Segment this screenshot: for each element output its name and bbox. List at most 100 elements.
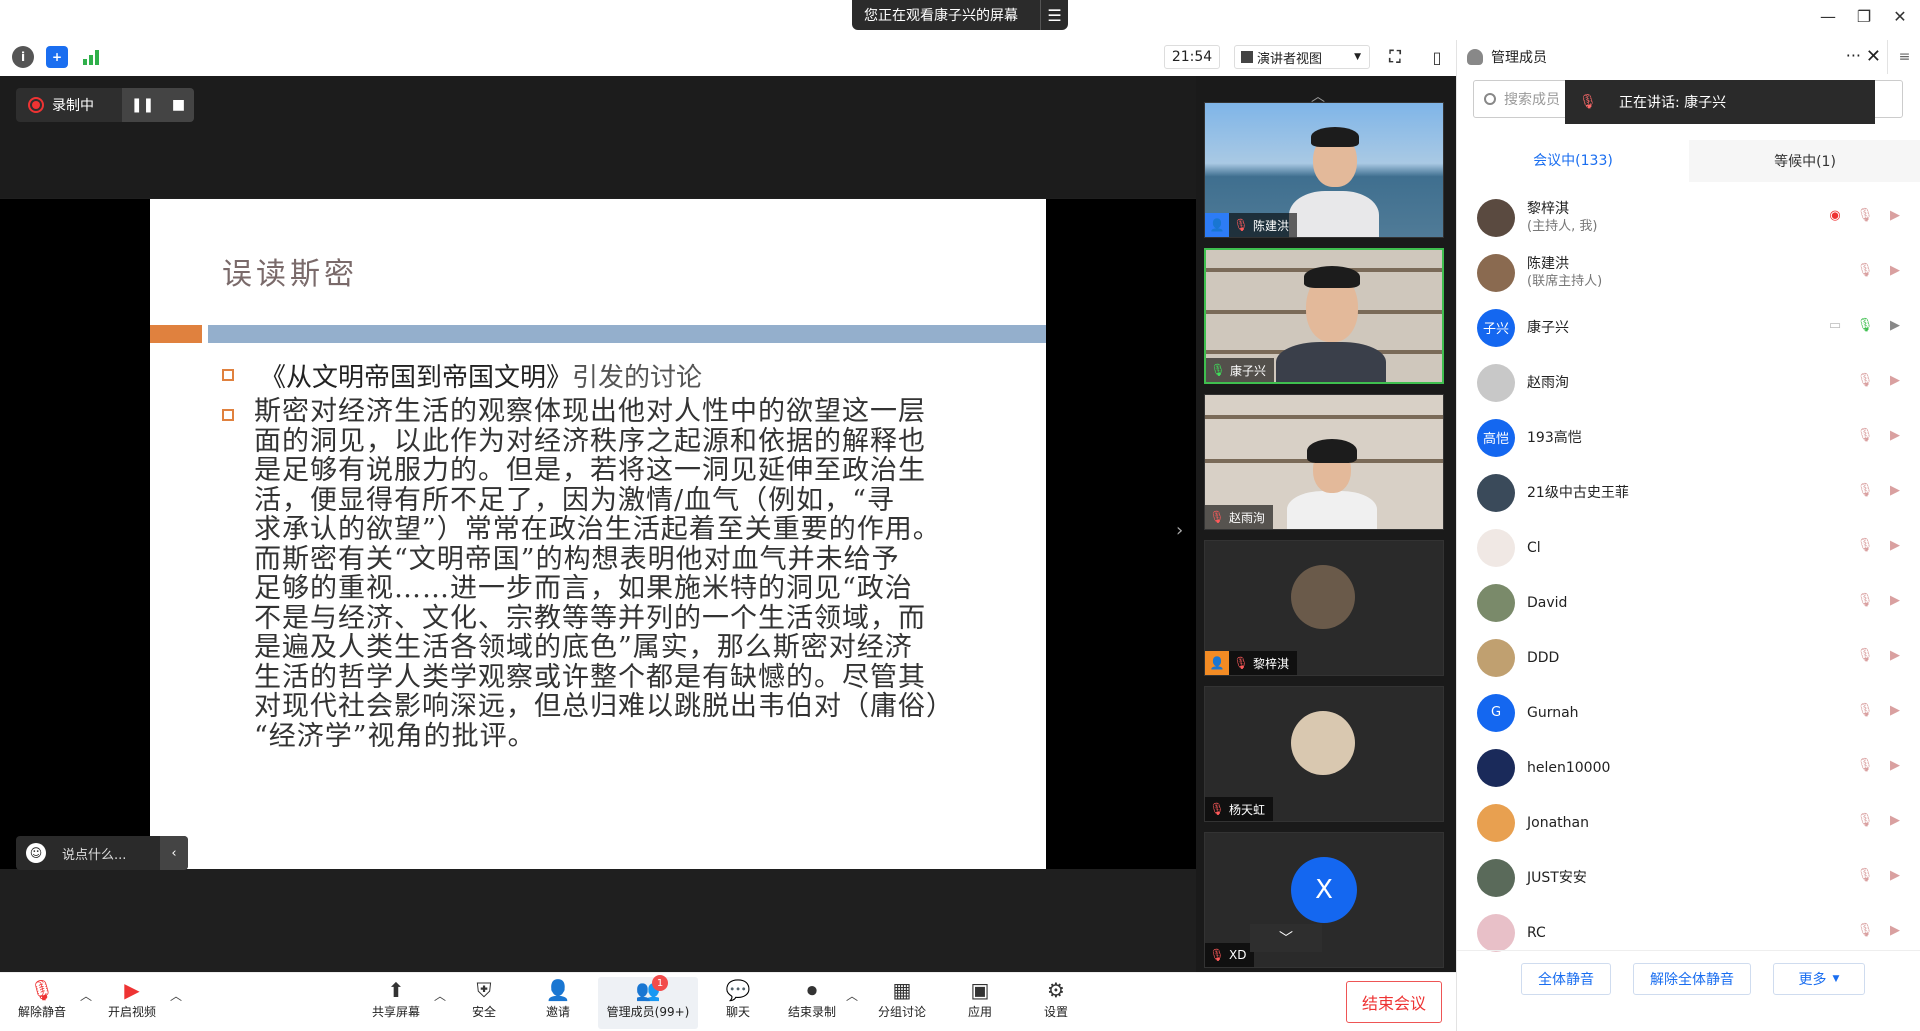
viewing-share-banner[interactable]: 您正在观看康子兴的屏幕 ☰ — [852, 0, 1068, 30]
emoji-icon[interactable]: ☺ — [26, 843, 46, 863]
participant-status-icons: 🎙 ▶ — [1855, 703, 1905, 718]
participant-row[interactable]: JUST安安 🎙 ▶ — [1457, 850, 1905, 905]
chevron-up-icon[interactable]: ︿ — [434, 987, 446, 1004]
participant-row[interactable]: 陈建洪 (联席主持人) 🎙 ▶ — [1457, 245, 1905, 300]
participant-name-block: helen10000 — [1527, 759, 1610, 777]
apps-button[interactable]: ▣ 应用 — [944, 977, 1016, 1029]
video-off-icon[interactable]: ▶ — [1885, 868, 1905, 883]
mic-on-icon[interactable]: 🎙 — [1855, 318, 1875, 333]
participant-name: Gurnah — [1527, 704, 1579, 721]
unmute-button[interactable]: 🎙 解除静音 — [6, 977, 78, 1029]
participant-row[interactable]: 黎梓淇 (主持人, 我) ◉ 🎙 ▶ — [1457, 190, 1905, 245]
signal-icon[interactable] — [80, 46, 102, 68]
end-meeting-button[interactable]: 结束会议 — [1346, 981, 1442, 1023]
mic-muted-icon[interactable]: 🎙 — [1855, 703, 1875, 718]
add-user-icon: 👤 — [545, 978, 571, 1002]
manage-members-button[interactable]: 👥 1 管理成员(99+) — [598, 975, 698, 1029]
participant-avatar — [1477, 253, 1515, 292]
video-off-icon[interactable]: ▶ — [1885, 538, 1905, 553]
chat-button[interactable]: 💬 聊天 — [702, 977, 774, 1029]
mic-muted-icon[interactable]: 🎙 — [1855, 868, 1875, 883]
breakout-button[interactable]: ▦ 分组讨论 — [866, 977, 938, 1029]
participant-row[interactable]: Cl 🎙 ▶ — [1457, 520, 1905, 575]
mute-all-button[interactable]: 全体静音 — [1521, 963, 1611, 995]
recording-indicator: 录制中 ❚❚ ■ — [16, 88, 194, 122]
mic-muted-icon[interactable]: 🎙 — [1855, 263, 1875, 278]
shield-icon[interactable]: + — [46, 46, 68, 68]
fullscreen-icon[interactable]: ⛶ — [1384, 46, 1406, 68]
mic-muted-icon[interactable]: 🎙 — [1855, 208, 1875, 223]
stop-icon[interactable]: ■ — [172, 97, 185, 113]
participant-row[interactable]: 21级中古史王菲 🎙 ▶ — [1457, 465, 1905, 520]
video-off-icon[interactable]: ▶ — [1885, 208, 1905, 223]
mic-muted-icon[interactable]: 🎙 — [1855, 373, 1875, 388]
side-panel-icon[interactable]: ▯ — [1426, 46, 1448, 68]
participant-row[interactable]: DDD 🎙 ▶ — [1457, 630, 1905, 685]
tab-in-meeting[interactable]: 会议中(133) — [1457, 140, 1689, 182]
close-panel-button[interactable]: ✕ — [1866, 46, 1881, 67]
banner-menu-icon[interactable]: ☰ — [1040, 0, 1068, 30]
video-off-icon[interactable]: ▶ — [1885, 373, 1905, 388]
participant-row[interactable]: 赵雨洵 🎙 ▶ — [1457, 355, 1905, 410]
recording-dot-icon[interactable]: ◉ — [1825, 208, 1845, 223]
restore-button[interactable]: ❐ — [1852, 6, 1876, 28]
video-off-icon[interactable]: ▶ — [1885, 758, 1905, 773]
close-window-button[interactable]: ✕ — [1888, 6, 1912, 28]
video-tile[interactable]: 🎙 赵雨洵 — [1204, 394, 1444, 530]
participant-row[interactable]: Jonathan 🎙 ▶ — [1457, 795, 1905, 850]
participant-row[interactable]: David 🎙 ▶ — [1457, 575, 1905, 630]
chevron-up-icon[interactable]: ︿ — [80, 987, 92, 1004]
participant-row[interactable]: 高恺 193高恺 🎙 ▶ — [1457, 410, 1905, 465]
view-selector[interactable]: 演讲者视图 ▼ — [1234, 45, 1370, 69]
apps-label: 应用 — [967, 1005, 992, 1019]
participant-row[interactable]: 子兴 康子兴 ▭ 🎙 ▶ — [1457, 300, 1905, 355]
info-icon[interactable]: i — [12, 46, 34, 68]
video-tile[interactable]: 👤 🎙 黎梓淇 — [1204, 540, 1444, 676]
video-tile[interactable]: 👤 🎙 陈建洪 — [1204, 102, 1444, 238]
menu-icon[interactable]: ≡ — [1887, 40, 1920, 74]
video-off-icon[interactable]: ▶ — [1885, 703, 1905, 718]
participant-name-block: 赵雨洵 — [1527, 374, 1569, 392]
video-off-icon[interactable]: ▶ — [1885, 263, 1905, 278]
chevron-left-icon[interactable]: ‹ — [160, 836, 188, 870]
participant-row[interactable]: G Gurnah 🎙 ▶ — [1457, 685, 1905, 740]
video-tile-active[interactable]: 🎙 康子兴 — [1204, 248, 1444, 384]
video-on-icon[interactable]: ▶ — [1885, 318, 1905, 333]
video-tile[interactable]: X 🎙 XD — [1204, 832, 1444, 968]
video-off-icon[interactable]: ▶ — [1885, 648, 1905, 663]
mic-muted-icon[interactable]: 🎙 — [1855, 813, 1875, 828]
mic-muted-icon[interactable]: 🎙 — [1855, 593, 1875, 608]
chevron-up-icon[interactable]: ︿ — [170, 987, 182, 1004]
video-off-icon[interactable]: ▶ — [1885, 428, 1905, 443]
mic-muted-icon[interactable]: 🎙 — [1855, 428, 1875, 443]
video-off-icon[interactable]: ▶ — [1885, 923, 1905, 938]
chevron-down-icon[interactable]: ﹀ — [1250, 924, 1322, 952]
share-screen-button[interactable]: ⬆ 共享屏幕 — [360, 977, 432, 1029]
mic-muted-icon[interactable]: 🎙 — [1855, 758, 1875, 773]
security-label: 安全 — [471, 1005, 496, 1019]
settings-button[interactable]: ⚙ 设置 — [1020, 977, 1092, 1029]
tab-waiting[interactable]: 等候中(1) — [1689, 140, 1920, 182]
mic-muted-icon[interactable]: 🎙 — [1855, 483, 1875, 498]
video-off-icon[interactable]: ▶ — [1885, 483, 1905, 498]
video-off-icon[interactable]: ▶ — [1885, 593, 1905, 608]
chevron-right-icon[interactable]: › — [1176, 520, 1183, 541]
more-button[interactable]: 更多 ▼ — [1773, 963, 1865, 995]
mic-muted-icon[interactable]: 🎙 — [1855, 923, 1875, 938]
screen-share-icon[interactable]: ▭ — [1825, 318, 1845, 333]
video-off-icon[interactable]: ▶ — [1885, 813, 1905, 828]
start-video-button[interactable]: ▶ 开启视频 — [96, 977, 168, 1029]
mic-muted-icon[interactable]: 🎙 — [1855, 538, 1875, 553]
pause-icon[interactable]: ❚❚ — [131, 97, 154, 113]
invite-button[interactable]: 👤 邀请 — [522, 977, 594, 1029]
chat-quick-input[interactable]: ☺ 说点什么... ‹ — [16, 836, 188, 870]
more-options-icon[interactable]: ··· — [1846, 46, 1861, 65]
mic-muted-icon[interactable]: 🎙 — [1855, 648, 1875, 663]
security-button[interactable]: ⛨ 安全 — [448, 977, 520, 1029]
end-recording-button[interactable]: ⏺ 结束录制 — [776, 977, 848, 1029]
minimize-button[interactable]: — — [1816, 6, 1840, 28]
video-tile[interactable]: 🎙 杨天虹 — [1204, 686, 1444, 822]
chevron-up-icon[interactable]: ︿ — [846, 987, 858, 1004]
unmute-all-button[interactable]: 解除全体静音 — [1633, 963, 1751, 995]
participant-row[interactable]: helen10000 🎙 ▶ — [1457, 740, 1905, 795]
